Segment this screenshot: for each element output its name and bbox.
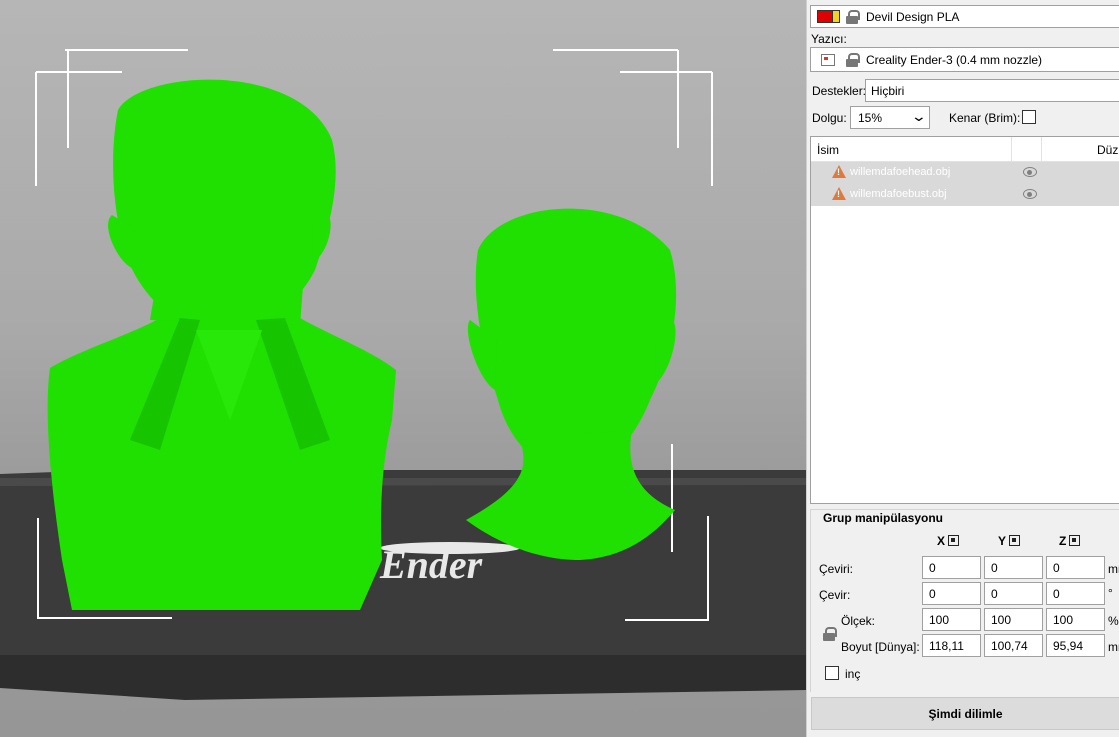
eye-icon[interactable] bbox=[1023, 167, 1037, 177]
material-selector[interactable]: Devil Design PLA bbox=[810, 5, 1119, 28]
inch-checkbox[interactable] bbox=[825, 666, 839, 680]
group-manipulation-panel: Grup manipülasyonu X Y Z Çeviri: 0 0 0 m… bbox=[810, 509, 1119, 692]
rotation-unit: ° bbox=[1108, 586, 1113, 600]
supports-dropdown[interactable]: Hiçbiri bbox=[865, 79, 1119, 102]
object-name: willemdafoehead.obj bbox=[850, 166, 951, 178]
supports-label: Destekler: bbox=[812, 84, 867, 98]
list-item[interactable]: willemdafoehead.obj bbox=[811, 162, 1119, 184]
material-color-swatch-secondary bbox=[833, 10, 840, 23]
infill-value: 15% bbox=[858, 111, 883, 125]
warning-icon bbox=[832, 165, 846, 178]
settings-panel: Devil Design PLA Yazıcı: Creality Ender-… bbox=[806, 0, 1119, 737]
rotation-y-field[interactable]: 0 bbox=[984, 582, 1043, 605]
axis-icon bbox=[1009, 535, 1021, 546]
slice-now-button[interactable]: Şimdi dilimle bbox=[811, 697, 1119, 730]
eye-icon[interactable] bbox=[1023, 189, 1037, 199]
object-name: willemdafoebust.obj bbox=[850, 188, 947, 200]
axis-z-header: Z bbox=[1059, 534, 1081, 548]
size-y-field[interactable]: 100,74 bbox=[984, 634, 1043, 657]
lock-icon bbox=[846, 53, 860, 67]
material-name: Devil Design PLA bbox=[866, 10, 960, 24]
infill-label: Dolgu: bbox=[812, 111, 847, 125]
model-bust bbox=[47, 79, 396, 610]
size-label: Boyut [Dünya]: bbox=[841, 640, 920, 654]
build-plate-edge bbox=[0, 655, 806, 700]
material-color-swatch bbox=[817, 10, 833, 23]
rotation-x-field[interactable]: 0 bbox=[922, 582, 981, 605]
translation-unit: mm bbox=[1108, 562, 1119, 576]
group-manipulation-title: Grup manipülasyonu bbox=[823, 511, 944, 525]
supports-value: Hiçbiri bbox=[871, 84, 905, 98]
object-list-header: İsim Düz bbox=[811, 137, 1119, 162]
translation-y-field[interactable]: 0 bbox=[984, 556, 1043, 579]
size-unit: mm bbox=[1108, 640, 1119, 654]
printer-icon bbox=[821, 54, 835, 66]
scale-label: Ölçek: bbox=[841, 614, 876, 628]
axis-x-header: X bbox=[937, 534, 960, 548]
scene-canvas: Ender bbox=[0, 49, 806, 700]
scale-lock-icon[interactable] bbox=[823, 627, 837, 641]
inch-label: inç bbox=[845, 667, 861, 681]
model-head bbox=[466, 208, 677, 560]
size-x-field[interactable]: 118,11 bbox=[922, 634, 981, 657]
printer-name: Creality Ender-3 (0.4 mm nozzle) bbox=[866, 53, 1043, 67]
rotation-label: Çevir: bbox=[819, 588, 851, 602]
translation-x-field[interactable]: 0 bbox=[922, 556, 981, 579]
chevron-down-icon: ⌄ bbox=[910, 108, 928, 124]
printer-label: Yazıcı: bbox=[811, 32, 847, 46]
rotation-z-field[interactable]: 0 bbox=[1046, 582, 1105, 605]
warning-icon bbox=[832, 187, 846, 200]
column-extruder-header[interactable]: Düz bbox=[1097, 143, 1118, 157]
axis-icon bbox=[948, 535, 960, 546]
brim-checkbox[interactable] bbox=[1022, 110, 1036, 124]
column-name-header[interactable]: İsim bbox=[817, 143, 839, 157]
object-list: İsim Düz willemdafoehead.obj willemdafoe… bbox=[810, 136, 1119, 504]
scale-z-field[interactable]: 100 bbox=[1046, 608, 1105, 631]
translation-z-field[interactable]: 0 bbox=[1046, 556, 1105, 579]
lock-icon bbox=[846, 10, 860, 24]
brim-label: Kenar (Brim): bbox=[949, 111, 1021, 125]
scale-x-field[interactable]: 100 bbox=[922, 608, 981, 631]
scale-unit: % bbox=[1108, 614, 1119, 628]
infill-dropdown[interactable]: 15% ⌄ bbox=[850, 106, 930, 129]
3d-viewport[interactable]: Ender bbox=[0, 0, 806, 737]
translation-label: Çeviri: bbox=[819, 562, 854, 576]
axis-y-header: Y bbox=[998, 534, 1021, 548]
list-item[interactable]: willemdafoebust.obj bbox=[811, 184, 1119, 206]
scale-y-field[interactable]: 100 bbox=[984, 608, 1043, 631]
size-z-field[interactable]: 95,94 bbox=[1046, 634, 1105, 657]
bed-logo-swoosh bbox=[380, 542, 520, 554]
axis-icon bbox=[1069, 535, 1081, 546]
printer-selector[interactable]: Creality Ender-3 (0.4 mm nozzle) bbox=[810, 47, 1119, 72]
